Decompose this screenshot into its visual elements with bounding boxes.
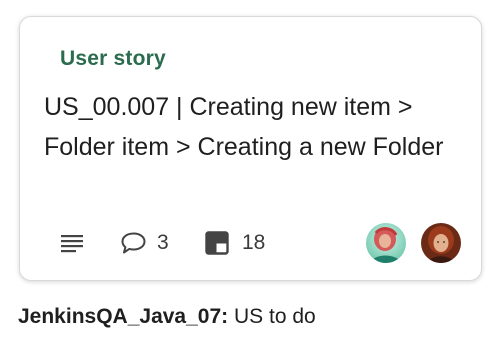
comment-count: 3 bbox=[157, 231, 169, 254]
comment-bubble-icon bbox=[120, 231, 147, 255]
board-status: US to do bbox=[233, 305, 316, 328]
tasks-indicator[interactable]: 18 bbox=[205, 223, 265, 263]
user-story-card[interactable]: User story US_00.007 | Creating new item… bbox=[19, 16, 482, 281]
card-title[interactable]: US_00.007 | Creating new item > Folder i… bbox=[44, 87, 464, 167]
assignee-avatar[interactable] bbox=[366, 223, 406, 263]
comments-indicator[interactable]: 3 bbox=[120, 223, 169, 263]
card-footer: 3 18 bbox=[44, 223, 467, 263]
card-type-label: User story bbox=[60, 47, 166, 70]
description-indicator[interactable] bbox=[60, 223, 84, 263]
description-lines-icon bbox=[60, 233, 84, 253]
board-status-line: JenkinsQA_Java_07: US to do bbox=[18, 305, 316, 329]
board-owner: JenkinsQA_Java_07: bbox=[18, 305, 229, 328]
assignee-avatar[interactable] bbox=[421, 223, 461, 263]
task-count: 18 bbox=[242, 231, 266, 254]
board-icon bbox=[205, 231, 229, 255]
